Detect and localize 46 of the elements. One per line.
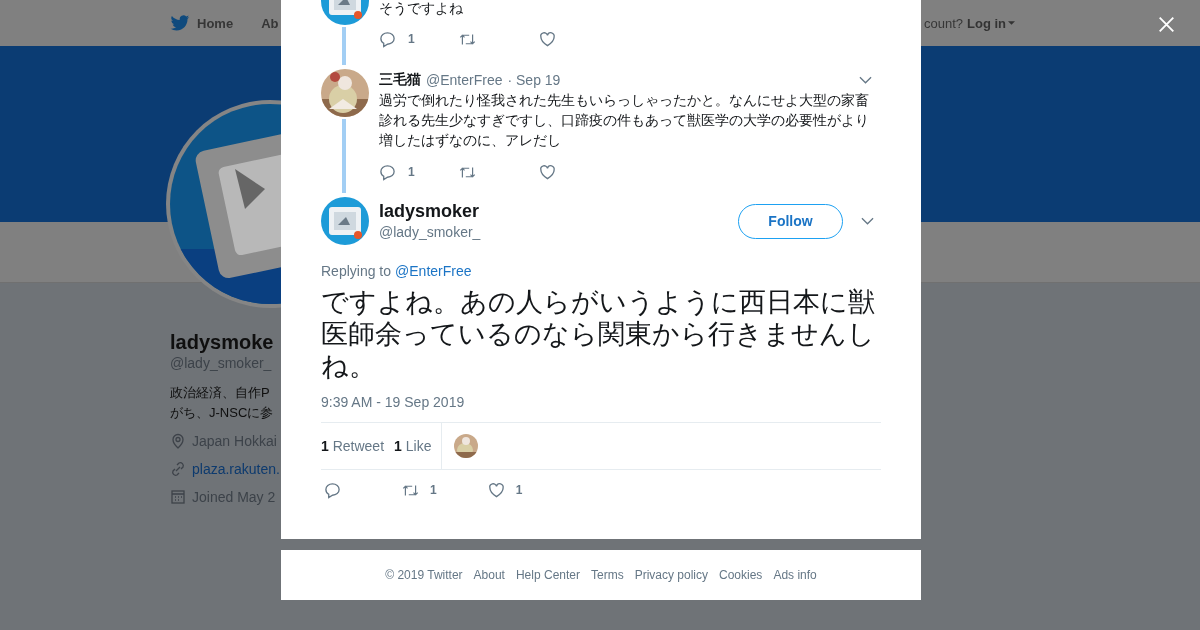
heart-icon[interactable] xyxy=(539,163,556,181)
account-prompt: count? xyxy=(923,15,963,31)
footer-link[interactable]: Cookies xyxy=(719,568,763,582)
tweet-timestamp: 9:39 AM - 19 Sep 2019 xyxy=(321,394,466,410)
bio-text: がち、J-NSCに参 xyxy=(170,404,275,422)
tweet-date[interactable]: · Sep 19 xyxy=(507,72,561,88)
heart-icon[interactable] xyxy=(487,481,505,499)
author-name[interactable]: ladysmoker xyxy=(379,200,481,222)
tweet-text: 過労で倒れたり怪我された先生もいらっしゃったかと。なんにせよ大型の家畜診れる先生少なすぎですし、口蹄疫の件もあって獣医学の大学の必要性がより増したはずなのに、アレだし xyxy=(379,91,870,150)
heart-icon[interactable] xyxy=(539,30,556,48)
tweet-text: そうですよね xyxy=(379,0,464,18)
footer-link[interactable]: About xyxy=(473,568,505,582)
replying-label: Replying to xyxy=(321,263,392,279)
nav-link[interactable]: Home xyxy=(197,15,234,31)
author-handle[interactable]: @lady_smoker_ xyxy=(379,222,481,242)
retweet-count: 1 xyxy=(430,483,437,497)
location-pin-icon xyxy=(170,433,186,449)
link-icon xyxy=(170,461,186,477)
close-icon[interactable] xyxy=(1158,16,1175,33)
reply-count: 1 xyxy=(408,165,415,179)
mention-link[interactable]: @EnterFree xyxy=(395,263,472,279)
footer-link[interactable]: Privacy policy xyxy=(634,568,708,582)
follow-button[interactable]: Follow xyxy=(738,203,843,239)
footer-link[interactable]: Help Center xyxy=(515,568,580,582)
caret-icon xyxy=(1008,21,1015,25)
author-handle[interactable]: @EnterFree xyxy=(426,72,503,88)
reply-icon[interactable] xyxy=(324,481,341,499)
bird-icon[interactable] xyxy=(170,14,190,32)
footer-link[interactable]: Ads info xyxy=(773,568,817,582)
tweet-text: ですよね。あの人らがいうように西日本に獣医師余っているのなら関東から行きませんしね。 xyxy=(321,286,876,382)
retweet-stat[interactable]: 1 Retweet xyxy=(321,438,385,454)
author-name[interactable]: 三毛猫 xyxy=(379,71,421,89)
like-stat[interactable]: 1 Like xyxy=(394,438,432,454)
chevron-icon[interactable] xyxy=(861,217,874,225)
reply-count: 1 xyxy=(408,32,415,46)
footer-link[interactable]: Terms xyxy=(591,568,624,582)
login-link[interactable]: Log in xyxy=(967,15,1006,31)
bio-text: 政治経済、自作P xyxy=(170,384,271,402)
footer-link[interactable]: © 2019 Twitter xyxy=(385,568,463,582)
like-count: 1 xyxy=(515,483,523,497)
reply-icon[interactable] xyxy=(379,163,396,181)
nav-link[interactable]: Ab xyxy=(261,15,279,31)
reply-icon[interactable] xyxy=(379,30,396,48)
chevron-icon[interactable] xyxy=(859,76,872,84)
calendar-icon xyxy=(170,489,186,505)
profile-name: ladysmoke xyxy=(170,330,275,354)
